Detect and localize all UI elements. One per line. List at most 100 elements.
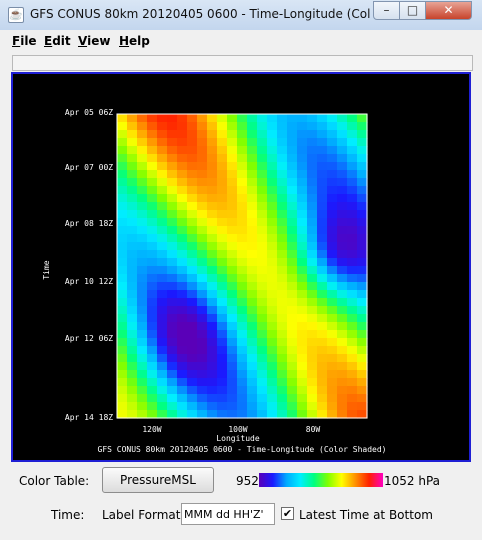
plot-canvas[interactable]: Apr 05 06Z Apr 07 00Z Apr 08 18Z Apr 10 … (13, 74, 469, 460)
heatmap-cell (337, 386, 348, 395)
heatmap-cell (227, 290, 238, 299)
heatmap-cell (257, 122, 268, 131)
menu-view[interactable]: View (78, 34, 110, 48)
heatmap-cell (137, 242, 148, 251)
close-button[interactable]: ✕ (425, 1, 472, 20)
heatmap-cell (337, 266, 348, 275)
plot-panel[interactable]: Apr 05 06Z Apr 07 00Z Apr 08 18Z Apr 10 … (11, 72, 471, 462)
heatmap-cell (267, 250, 278, 259)
heatmap-cell (137, 162, 148, 171)
heatmap-cell (347, 298, 358, 307)
heatmap-cell (207, 202, 218, 211)
heatmap-cell (347, 330, 358, 339)
heatmap-cell (207, 402, 218, 411)
heatmap-cell (317, 298, 328, 307)
xtick-label: 80W (306, 425, 321, 434)
heatmap-cell (247, 178, 258, 187)
heatmap-cell (277, 194, 288, 203)
heatmap-cell (337, 250, 348, 259)
heatmap-cell (267, 130, 278, 139)
heatmap-cell (327, 386, 338, 395)
heatmap-cell (247, 154, 258, 163)
heatmap-cell (277, 362, 288, 371)
menu-file[interactable]: File (12, 34, 37, 48)
heatmap-cell (217, 130, 228, 139)
heatmap-cell (337, 186, 348, 195)
heatmap-cell (357, 202, 368, 211)
heatmap-cell (277, 338, 288, 347)
heatmap-cell (277, 162, 288, 171)
time-label: Time: (51, 508, 85, 522)
heatmap-cell (297, 258, 308, 267)
heatmap-cell (187, 154, 198, 163)
heatmap-cell (147, 178, 158, 187)
heatmap-cell (177, 194, 188, 203)
heatmap-cell (127, 362, 138, 371)
minimize-button[interactable]: – (373, 1, 400, 20)
window-title-bar[interactable]: ☕ GFS CONUS 80km 20120405 0600 - Time-Lo… (0, 0, 482, 31)
heatmap-cell (317, 354, 328, 363)
heatmap-cell (167, 338, 178, 347)
heatmap-cell (227, 226, 238, 235)
heatmap-cell (217, 242, 228, 251)
heatmap-cell (337, 218, 348, 227)
heatmap-cell (317, 170, 328, 179)
heatmap-cell (297, 314, 308, 323)
heatmap-cell (317, 258, 328, 267)
ytick-label: Apr 10 12Z (65, 277, 113, 286)
heatmap-cell (307, 410, 318, 419)
heatmap-cell (117, 266, 128, 275)
heatmap-cell (197, 146, 208, 155)
heatmap-cell (147, 202, 158, 211)
heatmap-cell (297, 234, 308, 243)
heatmap-cell (157, 266, 168, 275)
heatmap-cell (347, 210, 358, 219)
heatmap-cell (277, 394, 288, 403)
heatmap-cell (117, 298, 128, 307)
heatmap-cell (347, 258, 358, 267)
heatmap-cell (327, 194, 338, 203)
heatmap-cell (257, 338, 268, 347)
heatmap-cell (187, 122, 198, 131)
heatmap-cell (337, 274, 348, 283)
heatmap-cell (157, 178, 168, 187)
label-format-input[interactable] (181, 503, 275, 525)
heatmap-cell (157, 386, 168, 395)
latest-time-checkbox[interactable]: ✔ (281, 507, 294, 520)
heatmap-cell (347, 266, 358, 275)
heatmap-cell (257, 282, 268, 291)
menu-edit[interactable]: Edit (44, 34, 71, 48)
heatmap-cell (287, 338, 298, 347)
heatmap-cell (187, 314, 198, 323)
color-table-button[interactable]: PressureMSL (102, 467, 214, 493)
heatmap-cell (177, 298, 188, 307)
heatmap-cell (247, 194, 258, 203)
heatmap-cell (187, 322, 198, 331)
heatmap-cell (157, 338, 168, 347)
heatmap-cell (277, 282, 288, 291)
heatmap-cell (157, 322, 168, 331)
heatmap-cell (357, 178, 368, 187)
heatmap-cell (167, 298, 178, 307)
heatmap-cell (197, 386, 208, 395)
heatmap-cell (227, 354, 238, 363)
heatmap-cell (237, 362, 248, 371)
heatmap-cell (307, 146, 318, 155)
heatmap-cell (347, 354, 358, 363)
heatmap-cell (327, 378, 338, 387)
heatmap-cell (177, 186, 188, 195)
heatmap-cell (277, 346, 288, 355)
heatmap-cell (247, 242, 258, 251)
heatmap-cell (217, 194, 228, 203)
heatmap-cell (197, 202, 208, 211)
heatmap-cell (147, 186, 158, 195)
menu-help[interactable]: Help (119, 34, 150, 48)
heatmap-cell (257, 298, 268, 307)
heatmap-cell (157, 378, 168, 387)
heatmap-cell (317, 386, 328, 395)
maximize-button[interactable]: □ (399, 1, 426, 20)
heatmap-cell (337, 306, 348, 315)
heatmap-cell (177, 170, 188, 179)
heatmap-cell (247, 282, 258, 291)
heatmap-cell (267, 154, 278, 163)
